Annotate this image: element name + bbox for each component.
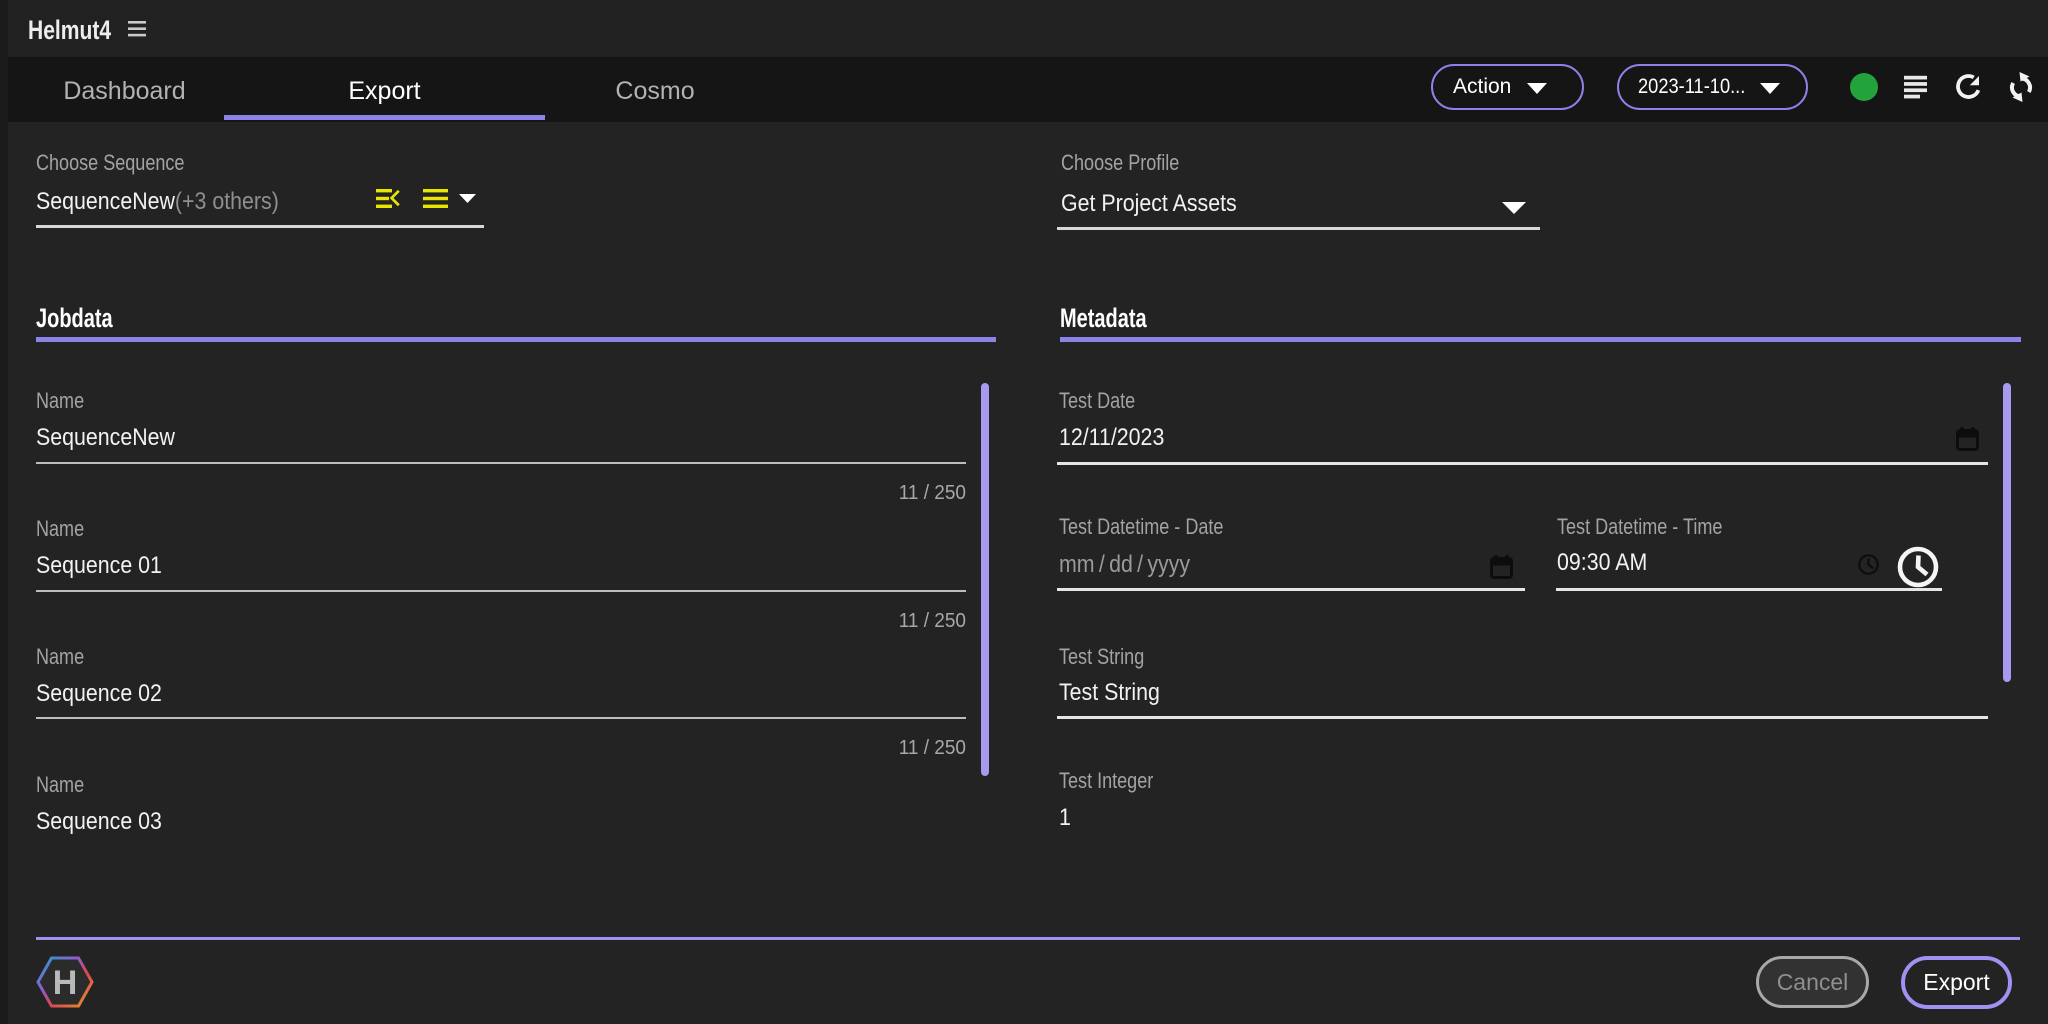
svg-text:H: H <box>53 964 78 1002</box>
